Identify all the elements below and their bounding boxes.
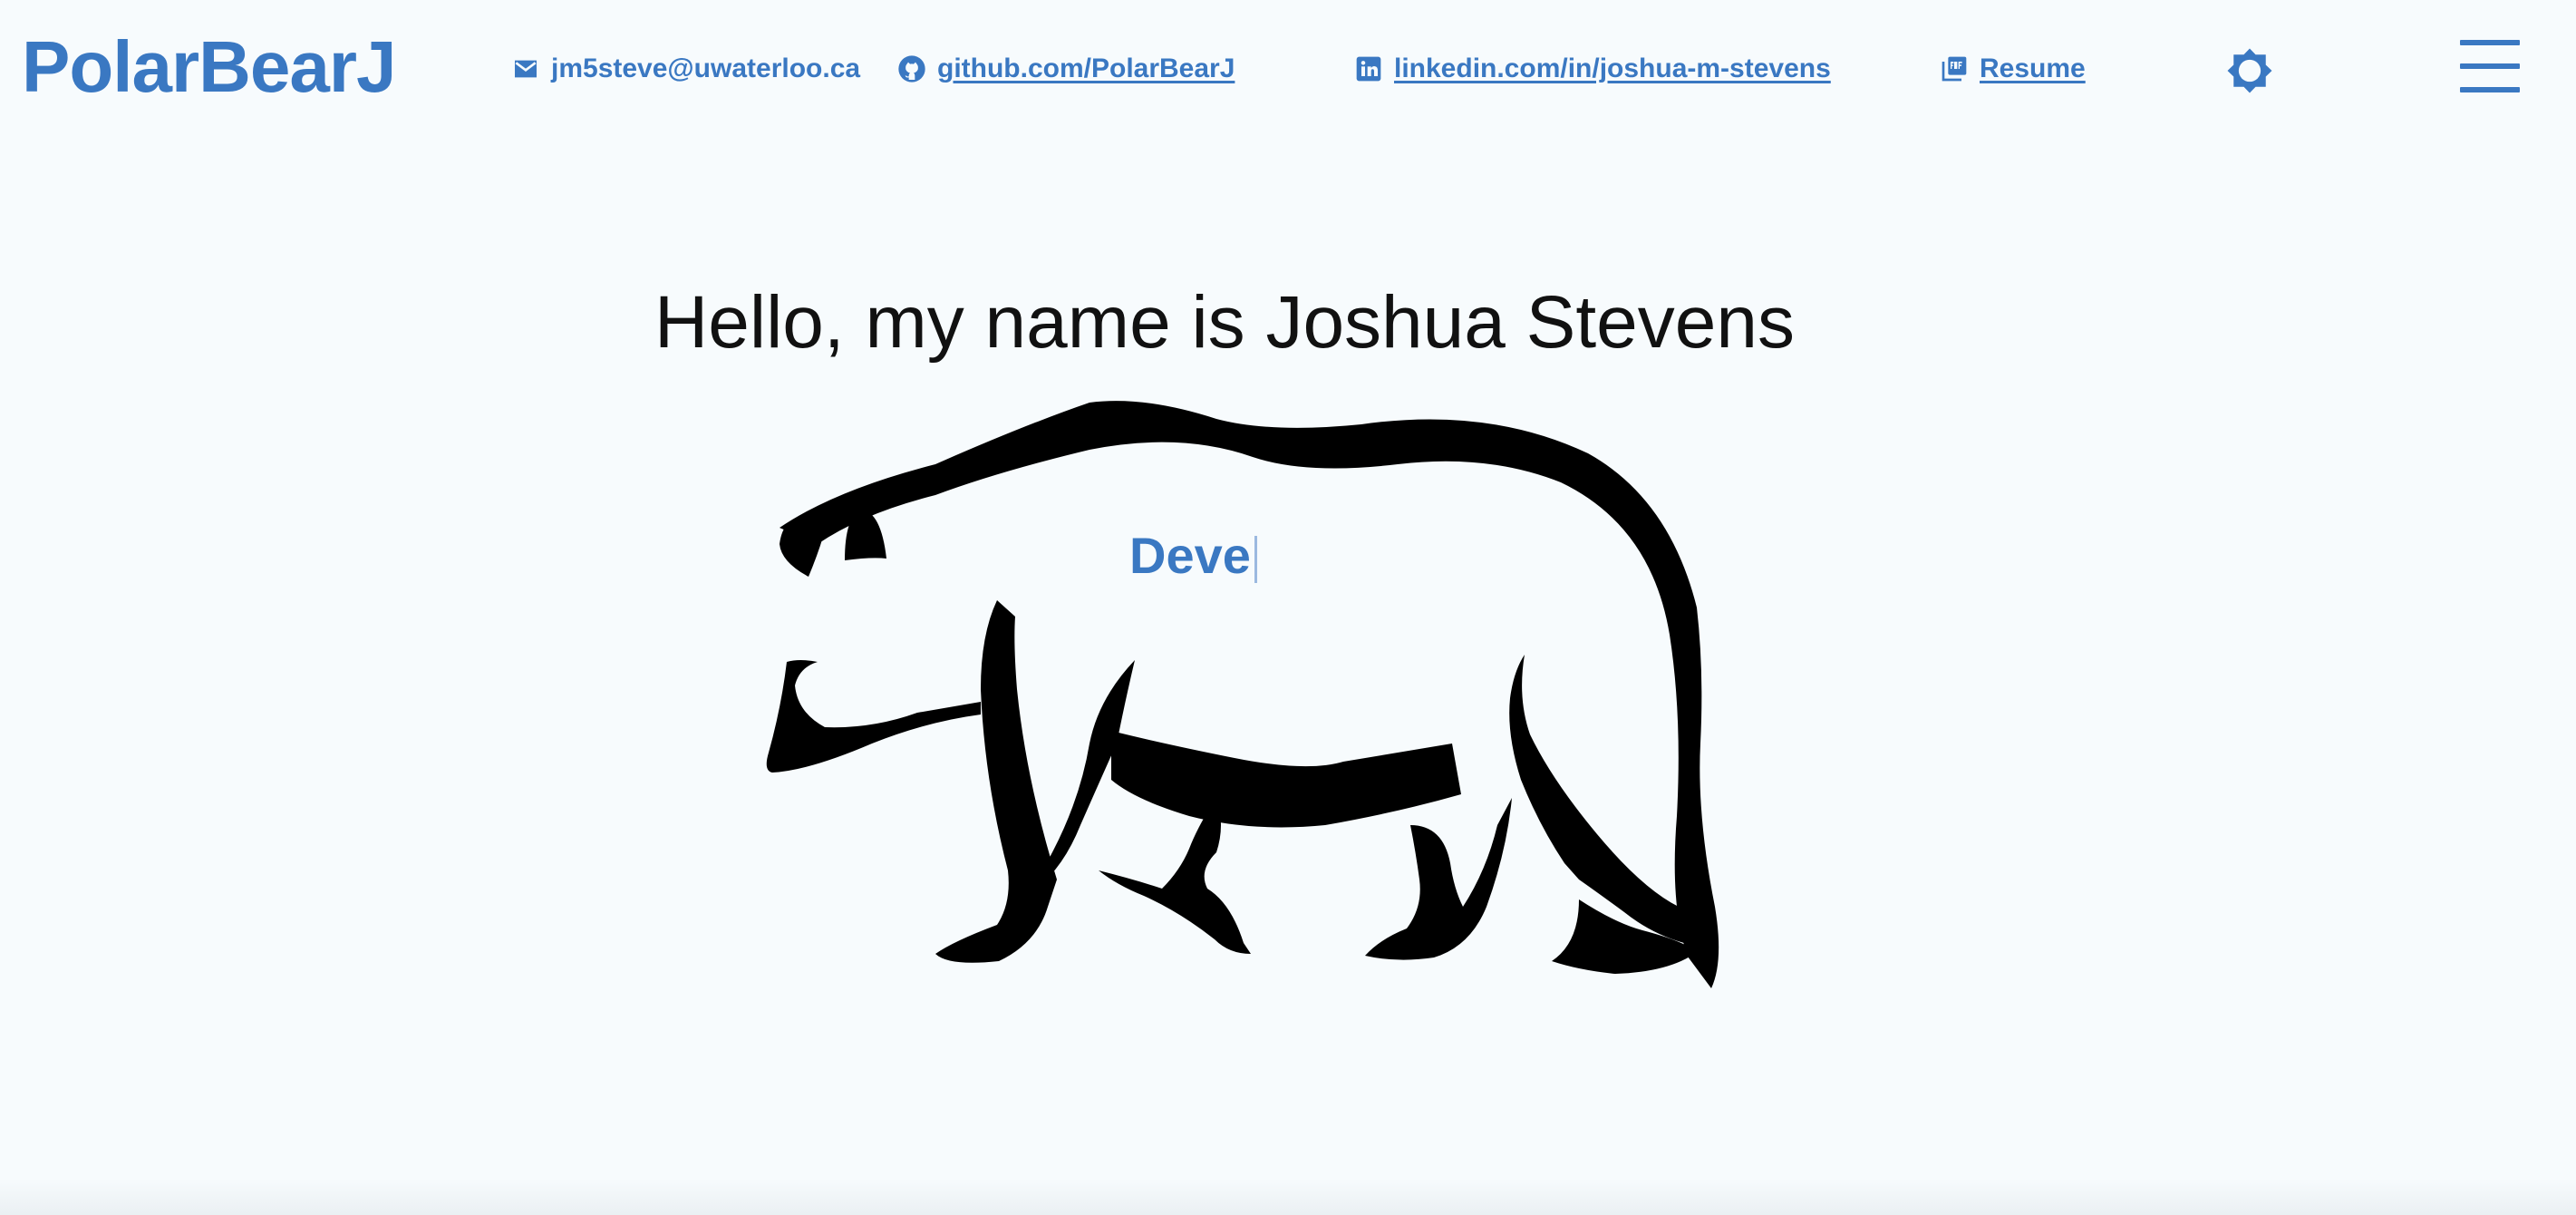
brightness-icon <box>2227 48 2272 93</box>
email-contact: jm5steve@uwaterloo.ca <box>511 51 860 87</box>
typing-text-container: Deve <box>1129 524 1257 588</box>
theme-toggle-button[interactable] <box>2224 45 2275 96</box>
page-bottom-edge <box>0 1179 2576 1215</box>
hero-title: Hello, my name is Joshua Stevens <box>654 281 1795 364</box>
site-logo[interactable]: PolarBearJ <box>22 22 396 112</box>
linkedin-icon <box>1356 56 1381 82</box>
text-cursor <box>1254 536 1257 584</box>
resume-contact: Resume <box>1940 51 2086 87</box>
hamburger-menu-button[interactable] <box>2460 40 2523 96</box>
menu-line <box>2460 63 2520 69</box>
linkedin-contact: linkedin.com/in/joshua-m-stevens <box>1354 51 1831 87</box>
menu-line <box>2460 40 2520 45</box>
mail-icon <box>515 60 537 78</box>
github-contact: github.com/PolarBearJ <box>897 51 1235 87</box>
github-link[interactable]: github.com/PolarBearJ <box>937 53 1235 84</box>
github-icon <box>898 55 925 83</box>
typing-text: Deve <box>1129 527 1251 584</box>
resume-link[interactable]: Resume <box>1980 53 2086 84</box>
top-navigation-bar: PolarBearJ jm5steve@uwaterloo.ca github.… <box>0 0 2576 136</box>
pdf-icon <box>1942 56 1967 82</box>
linkedin-link[interactable]: linkedin.com/in/joshua-m-stevens <box>1394 53 1831 84</box>
polar-bear-illustration <box>766 401 1719 988</box>
email-text: jm5steve@uwaterloo.ca <box>551 53 861 83</box>
menu-line <box>2460 87 2520 92</box>
